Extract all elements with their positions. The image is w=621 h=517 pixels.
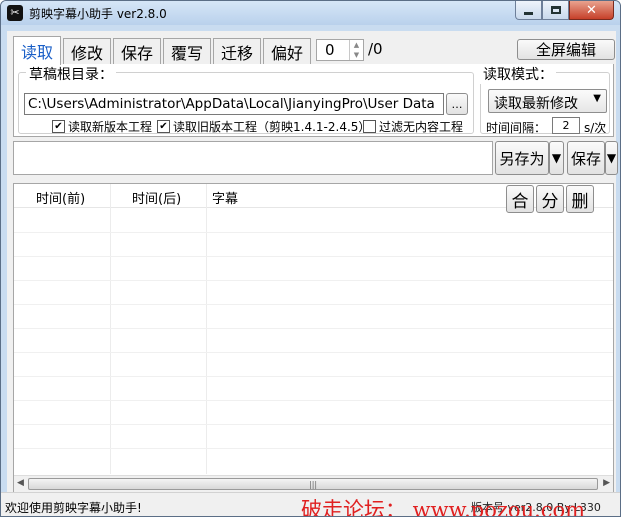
tab-overwrite[interactable]: 覆写	[163, 38, 211, 65]
row-divider	[14, 448, 613, 449]
option-label: 读取旧版本工程（剪映1.4.1-2.4.5）	[173, 120, 371, 134]
option-label: 读取新版本工程	[68, 120, 153, 134]
tab-label: 修改	[70, 44, 103, 63]
option-label: 过滤无内容工程	[379, 120, 464, 134]
watermark: 破走论坛： www.pozou.com	[301, 498, 586, 517]
subtitle-edit-input[interactable]	[13, 141, 493, 175]
row-divider	[14, 304, 613, 305]
spin-down-icon[interactable]: ▼	[350, 50, 363, 60]
option-old-version[interactable]: ✔ 读取旧版本工程（剪映1.4.1-2.4.5）	[157, 118, 370, 135]
caret-down-icon: ▼	[551, 151, 562, 165]
merge-button[interactable]: 合	[506, 185, 534, 213]
capcut-logo-icon: ✂	[7, 5, 23, 21]
row-divider	[14, 280, 613, 281]
row-divider	[14, 328, 613, 329]
option-filter-empty[interactable]: 过滤无内容工程	[363, 118, 463, 135]
checkbox-icon[interactable]: ✔	[157, 120, 170, 133]
tab-migrate[interactable]: 迁移	[213, 38, 261, 65]
interval-unit: s/次	[584, 121, 607, 135]
column-header[interactable]: 字幕	[212, 188, 238, 207]
read-mode-title: 读取模式：	[480, 64, 556, 84]
scroll-right-icon[interactable]: ▶	[603, 478, 610, 488]
read-tab-pane: 草稿根目录： C:\Users\Administrator\AppData\Lo…	[13, 64, 614, 137]
row-divider	[14, 256, 613, 257]
save-as-dropdown-button[interactable]: ▼	[549, 141, 564, 175]
page-current: 0	[325, 41, 335, 59]
save-dropdown-button[interactable]: ▼	[605, 141, 618, 175]
checkbox-icon[interactable]	[363, 120, 376, 133]
tab-label: 保存	[120, 44, 153, 63]
tab-modify[interactable]: 修改	[63, 38, 111, 65]
tab-save[interactable]: 保存	[113, 38, 161, 65]
grip-icon: |||	[309, 480, 318, 489]
page-spinbox[interactable]: 0 ▲ ▼	[316, 39, 364, 61]
column-header[interactable]: 时间(前)	[36, 188, 85, 207]
row-divider	[14, 352, 613, 353]
caret-down-icon: ▼	[606, 151, 617, 165]
minimize-button[interactable]	[515, 1, 542, 20]
scroll-left-icon[interactable]: ◀	[17, 478, 24, 488]
fullscreen-edit-button[interactable]: 全屏编辑	[517, 39, 615, 60]
row-divider	[14, 376, 613, 377]
maximize-button[interactable]	[542, 1, 569, 20]
window-title: 剪映字幕小助手 ver2.8.0	[29, 7, 167, 21]
scroll-thumb[interactable]: |||	[28, 478, 598, 490]
horizontal-scrollbar[interactable]: ◀ ||| ▶	[14, 475, 613, 492]
window-controls: ✕	[515, 1, 614, 20]
draft-path-input[interactable]: C:\Users\Administrator\AppData\Local\Jia…	[24, 93, 444, 115]
draft-root-title: 草稿根目录：	[26, 64, 116, 84]
read-mode-select[interactable]: 读取最新修改 ▼	[488, 89, 607, 113]
title-bar[interactable]: ✂ 剪映字幕小助手 ver2.8.0 ✕	[1, 1, 620, 25]
save-as-button[interactable]: 另存为	[495, 141, 549, 175]
app-window: ✂ 剪映字幕小助手 ver2.8.0 ✕ 读取 修改 保存 覆写 迁移 偏好 0…	[0, 0, 621, 517]
chevron-down-icon: ▼	[593, 93, 601, 104]
column-divider	[110, 184, 111, 474]
interval-input[interactable]: 2	[552, 117, 580, 134]
spin-up-icon[interactable]: ▲	[350, 40, 363, 50]
close-button[interactable]: ✕	[569, 1, 614, 20]
row-divider	[14, 424, 613, 425]
split-button[interactable]: 分	[536, 185, 564, 213]
checkbox-icon[interactable]: ✔	[52, 120, 65, 133]
option-new-version[interactable]: ✔ 读取新版本工程	[52, 118, 152, 135]
tab-label: 读取	[20, 43, 53, 62]
column-divider	[206, 184, 207, 474]
page-total: /0	[368, 40, 383, 58]
tab-preferences[interactable]: 偏好	[263, 38, 311, 65]
tab-label: 偏好	[270, 44, 303, 63]
minimize-icon	[524, 11, 533, 15]
close-icon: ✕	[586, 2, 597, 18]
save-button[interactable]: 保存	[567, 141, 605, 175]
subtitle-table[interactable]: 时间(前) 时间(后) 字幕 ◀ ||| ▶	[13, 183, 614, 493]
tab-label: 迁移	[220, 44, 253, 63]
column-header[interactable]: 时间(后)	[132, 188, 181, 207]
maximize-icon	[550, 6, 561, 14]
row-divider	[14, 400, 613, 401]
row-divider	[14, 232, 613, 233]
spin-arrows: ▲ ▼	[349, 40, 363, 60]
interval-label: 时间间隔：	[486, 121, 547, 135]
browse-button[interactable]: …	[446, 93, 468, 115]
read-mode-value: 读取最新修改	[494, 96, 578, 112]
delete-button[interactable]: 删	[566, 185, 594, 213]
client-area: 读取 修改 保存 覆写 迁移 偏好 0 ▲ ▼ /0 全屏编辑 草稿根目录： C…	[7, 31, 618, 497]
status-message: 欢迎使用剪映字幕小助手!	[5, 501, 142, 515]
tab-label: 覆写	[170, 44, 203, 63]
tab-read[interactable]: 读取	[13, 36, 61, 65]
